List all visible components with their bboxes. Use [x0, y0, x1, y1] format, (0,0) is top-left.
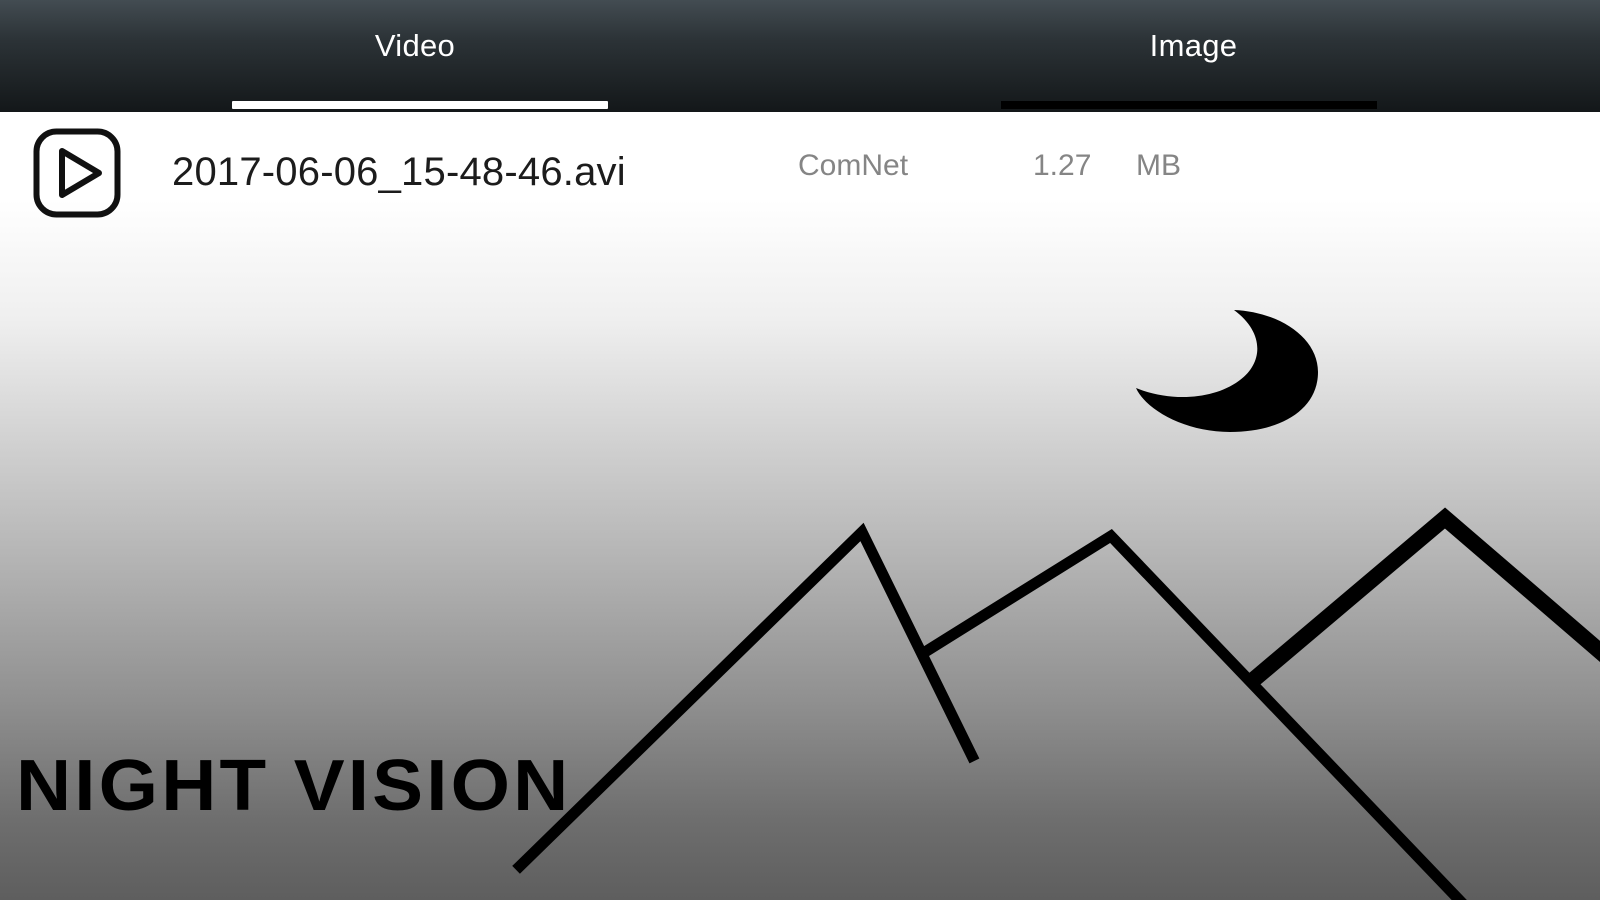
brand-logo-text: NIGHT VISION: [16, 746, 572, 826]
tab-video-label: Video: [374, 28, 456, 63]
file-source: ComNet: [798, 149, 909, 182]
tab-image-label: Image: [1149, 28, 1238, 63]
tab-video[interactable]: Video: [0, 0, 800, 112]
file-size-unit: MB: [1136, 149, 1181, 182]
play-icon[interactable]: [33, 128, 121, 218]
tab-bar: Video Image: [0, 0, 1600, 112]
tab-video-indicator: [232, 101, 608, 109]
file-name: 2017-06-06_15-48-46.avi: [172, 150, 626, 194]
tab-image[interactable]: Image: [800, 0, 1600, 112]
file-size: 1.27: [1033, 149, 1092, 182]
tab-image-indicator: [1001, 101, 1377, 109]
crescent-moon-icon: [1136, 310, 1318, 432]
